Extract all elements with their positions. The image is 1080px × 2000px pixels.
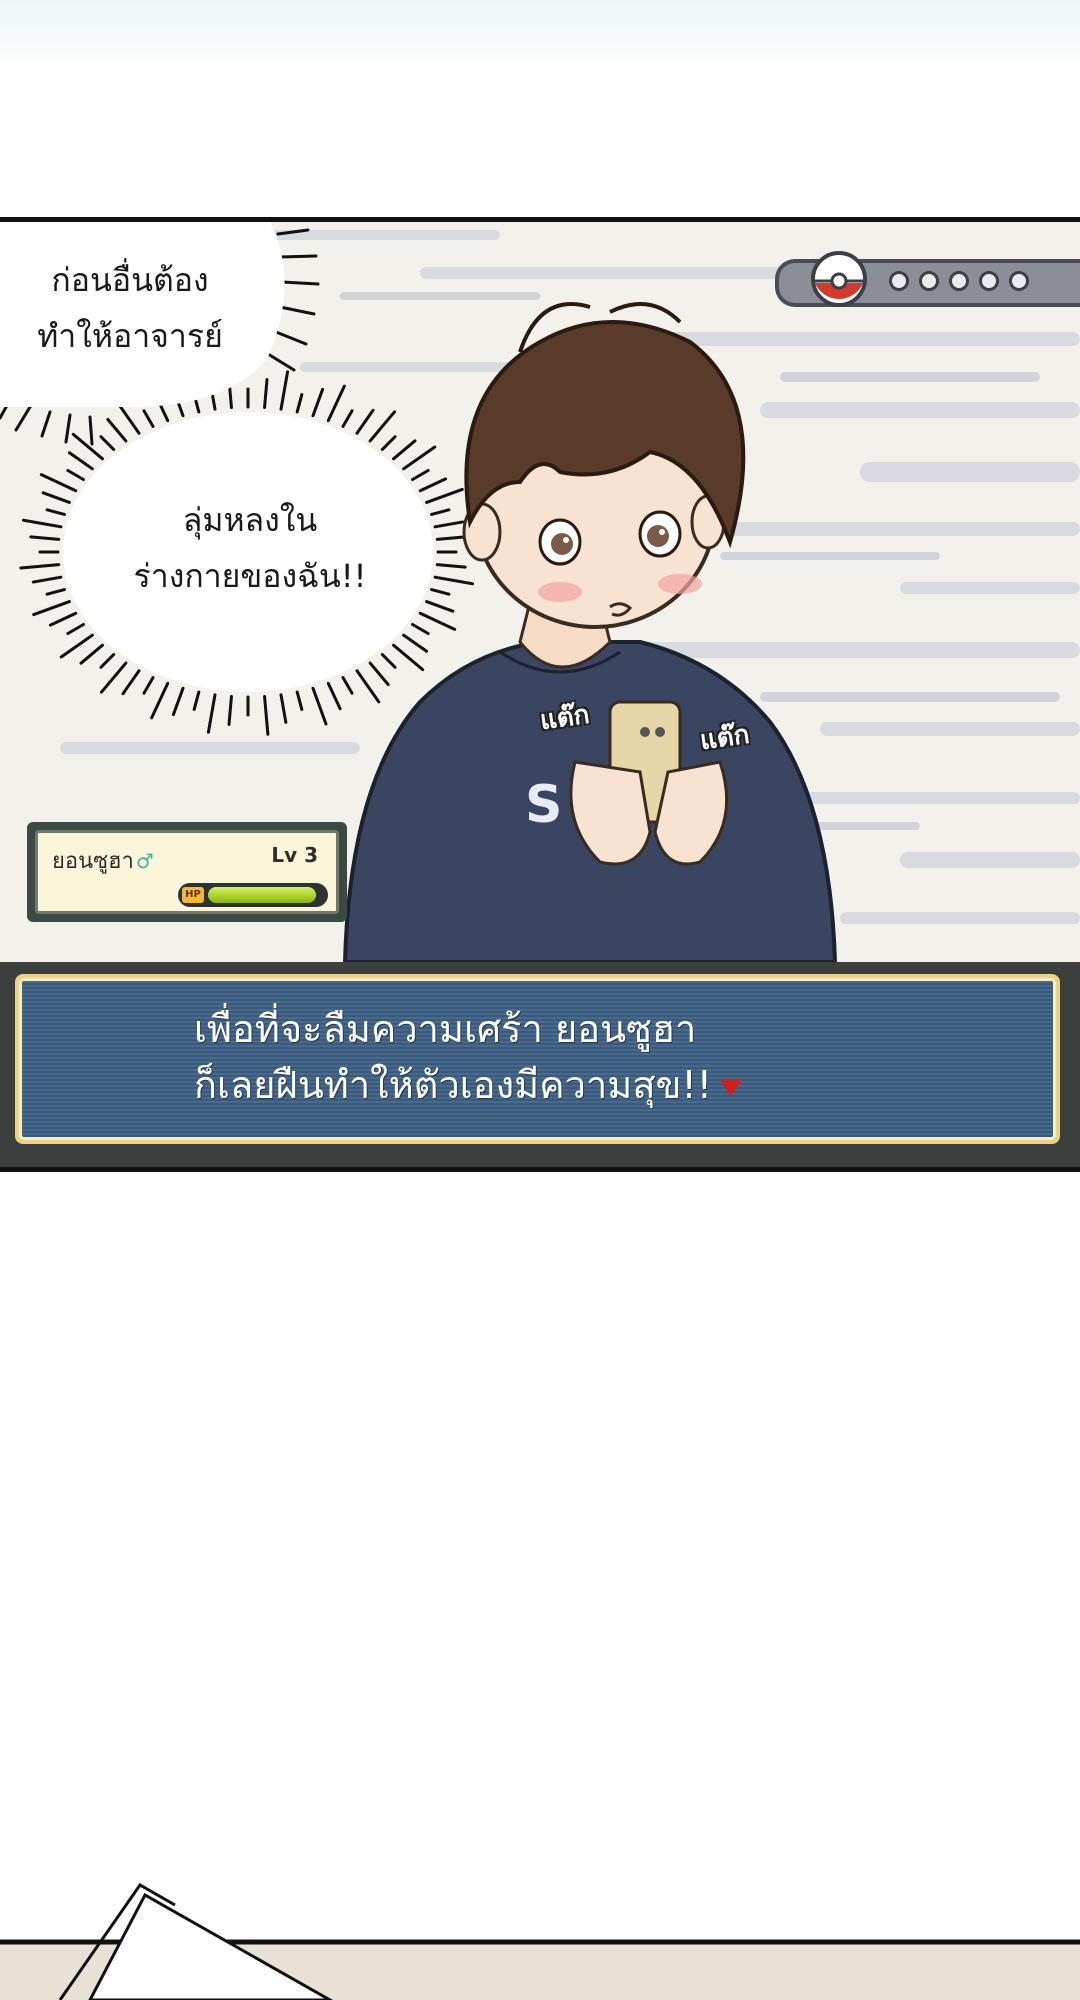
burst-spike [411,623,430,635]
burst-spike [19,563,61,570]
party-slot [1009,271,1029,291]
comic-panel: S Y OUR ก่อนอื่นต้อง ทำให้อาจารย์ [0,217,1080,1172]
burst-spike [402,445,437,471]
burst-spike [402,633,429,653]
continue-arrow-icon[interactable] [720,1079,742,1096]
dialog-area: เพื่อที่จะลืมความเศร้า ยอนซูฮา ก็เลยฝืนท… [0,962,1080,1167]
status-panel-inner: ยอนซูฮา ♂ Lv 3 HP [35,830,339,914]
burst-spike [206,693,217,734]
party-slot [949,271,969,291]
burst-spike [355,669,381,704]
party-slots [889,271,1029,291]
burst-spike [66,623,85,635]
burst-spike [411,469,430,481]
burst-spike [425,600,455,613]
speech-bubble-1: ก่อนอื่นต้อง ทำให้อาจารย์ [10,252,250,364]
dialog-frame: เพื่อที่จะลืมความเศร้า ยอนซูฮา ก็เลยฝืนท… [15,974,1060,1144]
speech-line: ลุ่มหลงใน [182,501,318,539]
status-name-row: ยอนซูฮา ♂ [52,843,154,878]
burst-spike [142,676,155,695]
svg-text:S: S [525,775,562,835]
burst-spike [368,410,397,443]
burst-spike [79,643,104,665]
burst-spike [99,661,128,694]
burst-spike [341,409,354,428]
burst-spike [39,473,78,493]
burst-spike [435,563,467,569]
party-slot [979,271,999,291]
burst-spike [311,387,325,418]
party-slot [889,271,909,291]
burst-spike [433,575,475,586]
burst-spike [99,435,116,451]
burst-spike [66,469,85,481]
burst-spike [341,676,354,695]
burst-spike [59,633,94,659]
burst-spike [311,686,328,726]
status-level: Lv 3 [271,843,318,867]
burst-spike [32,600,71,617]
speech-line: ก่อนอื่นต้อง [51,261,209,299]
top-sky-tint [0,0,1080,70]
hp-bar: HP [178,883,328,907]
burst-spike [67,451,94,471]
burst-spike [150,681,170,720]
dialog-line: ก็เลยฝืนทำให้ตัวเองมีความสุข!! [194,1063,712,1107]
burst-spike [192,690,201,711]
dialog-text: เพื่อที่จะลืมความเศร้า ยอนซูฮา ก็เลยฝืนท… [194,1001,742,1113]
burst-spike [279,370,290,411]
burst-spike [106,417,128,443]
burst-spike [295,690,304,711]
speech-bubble-2: ลุ่มหลงใน ร่างกายของฉัน!! [110,492,390,604]
burst-spike [41,491,71,504]
burst-spike [326,681,342,711]
burst-spike [48,611,78,627]
burst-spike [430,508,451,516]
sound-effect-tap-left: แต๊ก [538,699,592,737]
burst-spike [392,439,417,461]
speech-line: ทำให้อาจารย์ [37,317,223,355]
burst-spike [99,653,116,669]
burst-spike [425,487,464,504]
burst-spike [263,694,270,736]
burst-spike [380,653,397,669]
burst-spike [29,535,61,541]
burst-spike [368,661,390,687]
burst-spike [433,520,465,529]
pokeball-icon [811,251,867,307]
party-bar [775,251,1080,307]
burst-spike [121,669,141,696]
burst-spike [326,384,346,423]
burst-spike [45,508,66,516]
burst-spike [171,686,185,717]
dialog-box[interactable]: เพื่อที่จะลืมความเศร้า ยอนซูฮา ก็เลยฝืนท… [19,978,1056,1140]
burst-spike [279,693,288,724]
status-name: ยอนซูฮา [52,849,134,874]
next-panel-artwork [0,1883,1080,2000]
burst-spike [355,408,375,435]
status-panel: ยอนซูฮา ♂ Lv 3 HP [27,822,347,922]
burst-spike [418,477,448,493]
male-gender-icon: ♂ [135,849,154,873]
burst-spike [263,378,269,410]
burst-spike [430,588,451,596]
dialog-line: เพื่อที่จะลืมความเศร้า ยอนซูฮา [194,1007,697,1051]
sound-effect-tap-right: แต๊ก [698,719,752,757]
speech-line: ร่างกายของฉัน!! [133,557,367,595]
dialog-line-2: ก็เลยฝืนทำให้ตัวเองมีความสุข!! [194,1057,742,1113]
party-slot [919,271,939,291]
hp-label: HP [182,887,204,903]
burst-spike [142,409,155,428]
burst-spike [295,393,304,414]
burst-spike [392,643,425,672]
burst-spike [227,694,233,726]
burst-spike [380,435,397,451]
burst-spike [45,588,66,596]
burst-spike [21,518,63,529]
burst-spike [31,575,63,584]
burst-spike [418,611,457,631]
burst-spike [71,432,104,461]
hp-bar-fill [208,887,316,903]
